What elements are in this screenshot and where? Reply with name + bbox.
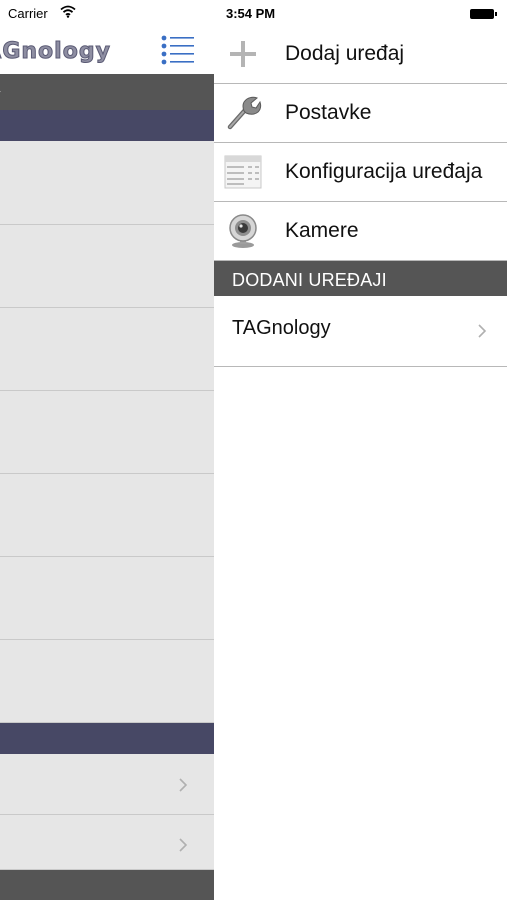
main-subheader-bar bbox=[0, 723, 214, 754]
webcam-icon bbox=[229, 214, 257, 248]
main-list-row[interactable] bbox=[0, 225, 214, 308]
main-list-row[interactable] bbox=[0, 557, 214, 640]
added-devices-header: DODANI UREĐAJI bbox=[214, 261, 507, 296]
device-name: TAGnology bbox=[232, 317, 331, 339]
status-time: 3:54 PM bbox=[226, 6, 276, 21]
main-view-panel[interactable]: Carrier TAGnology y bbox=[0, 0, 214, 900]
screen: Carrier TAGnology y bbox=[0, 0, 507, 900]
menu-item-cameras[interactable]: Kamere bbox=[214, 202, 507, 261]
added-devices-header-label: DODANI UREĐAJI bbox=[232, 270, 387, 290]
main-list-row[interactable] bbox=[0, 754, 214, 815]
main-section-header-label: y bbox=[0, 85, 1, 105]
main-list-row[interactable] bbox=[0, 815, 214, 870]
main-list-row[interactable] bbox=[0, 308, 214, 391]
battery-icon bbox=[470, 9, 497, 19]
main-list-row[interactable] bbox=[0, 640, 214, 723]
main-list-row[interactable] bbox=[0, 141, 214, 225]
device-row[interactable]: TAGnology bbox=[214, 296, 507, 367]
carrier-label: Carrier bbox=[8, 6, 48, 21]
spreadsheet-icon bbox=[224, 155, 262, 189]
status-bar-right: 3:54 PM bbox=[214, 0, 507, 28]
menu-item-label: Postavke bbox=[285, 101, 372, 124]
main-list-row[interactable] bbox=[0, 474, 214, 557]
main-subheader-bar bbox=[0, 110, 214, 141]
brand-logo: TAGnology bbox=[0, 39, 111, 65]
main-section-header: y bbox=[0, 74, 214, 110]
wifi-icon bbox=[60, 5, 76, 18]
status-bar-left: Carrier bbox=[0, 0, 214, 28]
side-menu-panel: 3:54 PM Dodaj uređaj Postavke Konfigurac… bbox=[214, 0, 507, 900]
plus-icon bbox=[230, 41, 256, 67]
wrench-icon bbox=[227, 96, 262, 130]
menu-item-add-device[interactable]: Dodaj uređaj bbox=[214, 25, 507, 84]
menu-item-label: Dodaj uređaj bbox=[285, 42, 405, 65]
chevron-right-icon bbox=[179, 778, 188, 792]
menu-item-label: Kamere bbox=[285, 219, 359, 242]
menu-list-icon[interactable] bbox=[160, 34, 196, 66]
chevron-right-icon bbox=[478, 324, 487, 338]
main-nav-bar: TAGnology bbox=[0, 28, 214, 74]
main-list-row[interactable] bbox=[0, 391, 214, 474]
main-footer-bar bbox=[0, 870, 214, 900]
chevron-right-icon bbox=[179, 838, 188, 852]
menu-item-label: Konfiguracija uređaja bbox=[285, 160, 483, 183]
menu-item-settings[interactable]: Postavke bbox=[214, 84, 507, 143]
menu-item-device-configuration[interactable]: Konfiguracija uređaja bbox=[214, 143, 507, 202]
